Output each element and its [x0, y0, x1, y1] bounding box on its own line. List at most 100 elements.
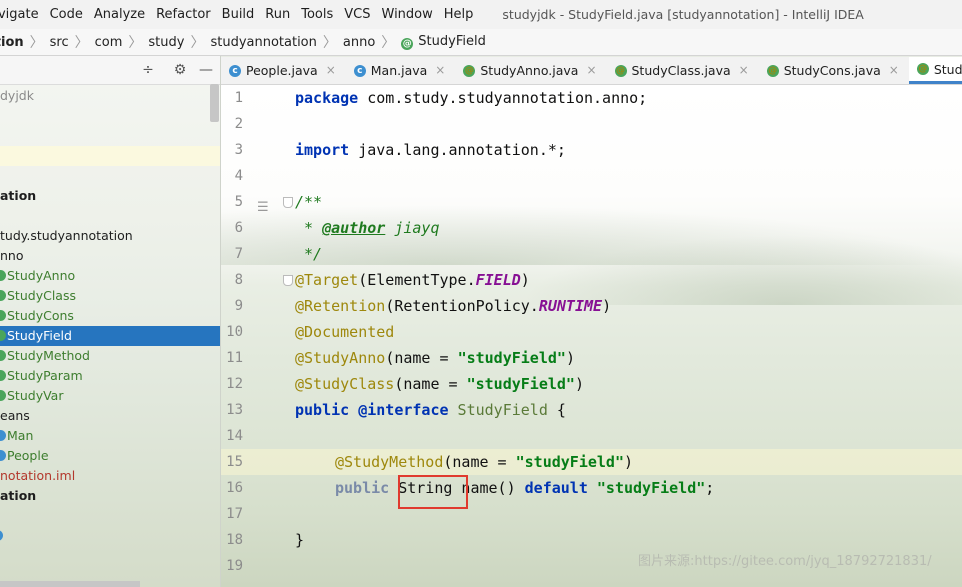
breadcrumb-study[interactable]: study: [148, 35, 190, 50]
class-icon: [0, 430, 6, 441]
tab-label: StudyClass.java: [631, 63, 731, 78]
tab-studyclass[interactable]: @ StudyClass.java ×: [607, 57, 759, 84]
code-line[interactable]: 8 @Target(ElementType.FIELD): [221, 267, 962, 293]
project-panel-header: ÷ ⚙ —: [0, 56, 220, 85]
tree-item-man[interactable]: Man: [0, 426, 220, 446]
chevron-right-icon: 〉: [29, 35, 44, 51]
tree-item-studyclass[interactable]: StudyClass: [0, 286, 220, 306]
line-number: 11: [226, 350, 243, 366]
menu-bar: avigate Code Analyze Refactor Build Run …: [0, 0, 962, 29]
code-line[interactable]: 17: [221, 501, 962, 527]
tab-man[interactable]: c Man.java ×: [346, 57, 456, 84]
code-line-current[interactable]: 15 @StudyMethod(name = "studyField"): [221, 449, 962, 475]
code-line[interactable]: 12 @StudyClass(name = "studyField"): [221, 371, 962, 397]
fold-icon[interactable]: [283, 275, 293, 286]
code-line[interactable]: 1 package com.study.studyannotation.anno;: [221, 85, 962, 111]
tree-item-highlighted[interactable]: [0, 146, 220, 166]
menu-navigate[interactable]: avigate: [0, 7, 46, 22]
code-text: @Retention(RetentionPolicy.RUNTIME): [295, 297, 612, 315]
close-icon[interactable]: ×: [326, 57, 336, 84]
menu-code[interactable]: Code: [44, 7, 90, 22]
line-number: 18: [226, 532, 243, 548]
tree-item-people[interactable]: People: [0, 446, 220, 466]
tree-item-studyparam[interactable]: StudyParam: [0, 366, 220, 386]
code-line[interactable]: 3 import java.lang.annotation.*;: [221, 137, 962, 163]
code-line[interactable]: 13 public @interface StudyField {: [221, 397, 962, 423]
breadcrumb-com[interactable]: com: [95, 35, 129, 50]
code-text: * @author jiayq: [295, 219, 440, 237]
tree-item-project-root[interactable]: dyjdk: [0, 86, 220, 106]
menu-build[interactable]: Build: [216, 7, 262, 22]
breadcrumb-src[interactable]: src: [50, 35, 75, 50]
tree-item-package[interactable]: tudy.studyannotation: [0, 226, 220, 246]
close-icon[interactable]: ×: [889, 57, 899, 84]
code-line[interactable]: 14: [221, 423, 962, 449]
tree-item-module-2[interactable]: ation: [0, 486, 220, 506]
gear-icon[interactable]: ⚙: [171, 61, 189, 79]
tree-item-iml-file[interactable]: notation.iml: [0, 466, 220, 486]
line-number: 5: [234, 194, 243, 210]
line-number: 17: [226, 506, 243, 522]
code-line[interactable]: 11 @StudyAnno(name = "studyField"): [221, 345, 962, 371]
code-line[interactable]: 10 @Documented: [221, 319, 962, 345]
menu-vcs[interactable]: VCS: [338, 7, 377, 22]
chevron-right-icon: 〉: [381, 35, 396, 51]
menu-tools[interactable]: Tools: [295, 7, 340, 22]
tab-label: StudyAnno.java: [480, 63, 579, 78]
close-icon[interactable]: ×: [586, 57, 596, 84]
menu-run[interactable]: Run: [259, 7, 297, 22]
annotation-icon: [0, 270, 6, 281]
menu-help[interactable]: Help: [438, 7, 481, 22]
breadcrumb-anno[interactable]: anno: [343, 35, 381, 50]
code-text: @StudyAnno(name = "studyField"): [295, 349, 575, 367]
tab-people[interactable]: c People.java ×: [221, 57, 346, 84]
breadcrumb-studyfield[interactable]: @ StudyField: [401, 34, 492, 50]
collapse-all-icon[interactable]: ÷: [139, 61, 157, 79]
tab-label: Man.java: [370, 63, 428, 78]
tree-item-studyanno[interactable]: StudyAnno: [0, 266, 220, 286]
tree-item-anno-package[interactable]: nno: [0, 246, 220, 266]
breadcrumb-studyannotation[interactable]: studyannotation: [210, 35, 322, 50]
editor-tabs: c People.java × c Man.java × @ StudyAnno.java…: [221, 57, 962, 85]
tree-item-module[interactable]: ation: [0, 186, 220, 206]
code-line[interactable]: 6 * @author jiayq: [221, 215, 962, 241]
breadcrumb-module[interactable]: ation: [0, 35, 30, 50]
line-number: 10: [226, 324, 243, 340]
line-number: 16: [226, 480, 243, 496]
line-number: 3: [234, 142, 243, 158]
code-line[interactable]: 2: [221, 111, 962, 137]
tree-item-fragment[interactable]: [0, 526, 220, 546]
tree-item-studymethod[interactable]: StudyMethod: [0, 346, 220, 366]
line-number: 13: [226, 402, 243, 418]
minimize-icon[interactable]: —: [197, 61, 215, 79]
tree-item-studyfield[interactable]: StudyField: [0, 326, 220, 346]
menu-analyze[interactable]: Analyze: [88, 7, 152, 22]
line-number: 6: [234, 220, 243, 236]
menu-window[interactable]: Window: [376, 7, 440, 22]
tab-studyfield[interactable]: @ StudyField.java: [908, 57, 962, 84]
close-icon[interactable]: ×: [739, 57, 749, 84]
close-icon[interactable]: ×: [435, 57, 445, 84]
horizontal-scrollbar[interactable]: [0, 581, 140, 587]
menu-refactor[interactable]: Refactor: [150, 7, 218, 22]
tab-studyanno[interactable]: @ StudyAnno.java ×: [455, 57, 606, 84]
code-editor[interactable]: 1 package com.study.studyannotation.anno;…: [221, 85, 962, 587]
tree-item-studyvar[interactable]: StudyVar: [0, 386, 220, 406]
class-icon: c: [229, 64, 241, 77]
code-line[interactable]: 9 @Retention(RetentionPolicy.RUNTIME): [221, 293, 962, 319]
class-icon: [0, 450, 6, 461]
tab-studycons[interactable]: @ StudyCons.java ×: [759, 57, 909, 84]
code-line[interactable]: 5 ☰/**: [221, 189, 962, 215]
fold-icon[interactable]: [283, 197, 293, 208]
code-line[interactable]: 4: [221, 163, 962, 189]
chevron-right-icon: 〉: [128, 35, 143, 51]
annotation-icon: @: [766, 64, 779, 77]
annotation-icon: [0, 310, 6, 321]
line-number: 9: [234, 298, 243, 314]
tree-item-beans-package[interactable]: eans: [0, 406, 220, 426]
code-line[interactable]: 16 public String name() default "studyFie…: [221, 475, 962, 501]
tree-item-studycons[interactable]: StudyCons: [0, 306, 220, 326]
line-number: 4: [234, 168, 243, 184]
code-line[interactable]: 7 */: [221, 241, 962, 267]
annotation-icon: [0, 350, 6, 361]
